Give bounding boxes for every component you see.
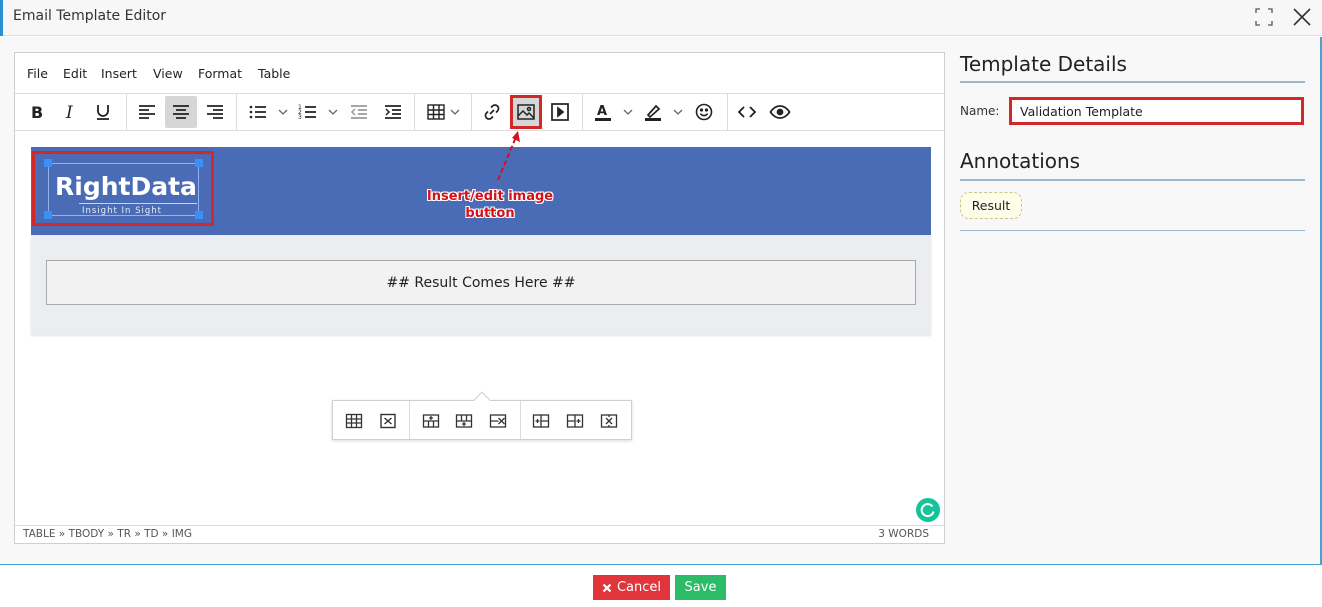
editor-menubar: File Edit Insert View Format Table	[15, 53, 944, 93]
menu-edit[interactable]: Edit	[63, 66, 87, 81]
align-center-button[interactable]	[165, 96, 197, 128]
editor-toolbar: B I 1 2 3 A	[15, 93, 944, 131]
insert-row-before-icon[interactable]	[416, 406, 446, 436]
table-context-toolbar	[332, 391, 632, 440]
rich-text-editor: File Edit Insert View Format Table B I 1…	[14, 52, 945, 544]
chevron-down-icon[interactable]	[673, 107, 683, 117]
source-code-button[interactable]	[731, 96, 763, 128]
result-panel: ## Result Comes Here ##	[31, 235, 931, 335]
table-button[interactable]	[420, 96, 452, 128]
chevron-down-icon[interactable]	[450, 107, 460, 117]
numbered-list-button[interactable]: 123	[292, 96, 324, 128]
menu-table[interactable]: Table	[258, 66, 290, 81]
menu-insert[interactable]: Insert	[101, 66, 137, 81]
bullet-list-button[interactable]	[242, 96, 274, 128]
result-placeholder[interactable]: ## Result Comes Here ##	[46, 260, 916, 305]
word-count: 3 WORDS	[878, 528, 929, 540]
highlight-color-button[interactable]	[637, 96, 669, 128]
svg-text:3: 3	[298, 114, 302, 121]
indent-button[interactable]	[377, 96, 409, 128]
menu-file[interactable]: File	[27, 66, 48, 81]
template-details-panel: Template Details Name: Annotations Resul…	[960, 52, 1305, 231]
align-left-button[interactable]	[131, 96, 163, 128]
chevron-down-icon[interactable]	[328, 107, 338, 117]
window-title: Email Template Editor	[13, 8, 167, 24]
editor-statusbar: TABLE » TBODY » TR » TD » IMG 3 WORDS	[15, 525, 944, 543]
chevron-down-icon[interactable]	[623, 107, 633, 117]
resize-handle[interactable]	[195, 211, 203, 219]
cancel-button[interactable]: Cancel	[593, 575, 670, 600]
dialog-footer: Cancel Save	[0, 566, 1322, 607]
cancel-label: Cancel	[616, 580, 662, 595]
window-titlebar: Email Template Editor	[0, 0, 1322, 36]
svg-text:I: I	[65, 103, 73, 122]
maximize-icon[interactable]	[1253, 6, 1275, 28]
preview-button[interactable]	[764, 96, 796, 128]
details-heading: Template Details	[960, 52, 1127, 76]
resize-handle[interactable]	[195, 159, 203, 167]
save-button[interactable]: Save	[675, 575, 726, 600]
svg-text:A: A	[597, 104, 607, 119]
svg-text:B: B	[31, 103, 43, 122]
close-icon[interactable]	[1291, 6, 1313, 28]
grammarly-icon[interactable]	[916, 498, 940, 522]
insert-row-after-icon[interactable]	[449, 406, 479, 436]
logo-title: RightData	[55, 172, 197, 201]
insert-column-after-icon[interactable]	[560, 406, 590, 436]
logo-image[interactable]: RightData Insight In Sight	[32, 151, 214, 226]
delete-row-icon[interactable]	[483, 406, 513, 436]
italic-button[interactable]: I	[54, 96, 86, 128]
bold-button[interactable]: B	[21, 96, 53, 128]
annotation-callout: Insert/edit image button	[426, 189, 554, 221]
element-path[interactable]: TABLE » TBODY » TR » TD » IMG	[23, 528, 192, 540]
template-name-input[interactable]	[1012, 100, 1301, 122]
delete-column-icon[interactable]	[594, 406, 624, 436]
delete-table-icon[interactable]	[373, 406, 403, 436]
save-label: Save	[684, 580, 717, 595]
menu-view[interactable]: View	[153, 66, 183, 81]
callout-arrow-icon	[497, 131, 520, 181]
underline-button[interactable]	[87, 96, 119, 128]
insert-media-button[interactable]	[544, 96, 576, 128]
outdent-button[interactable]	[343, 96, 375, 128]
resize-handle[interactable]	[44, 211, 52, 219]
text-color-button[interactable]: A	[587, 96, 619, 128]
titlebar-accent	[0, 0, 3, 36]
menu-format[interactable]: Format	[198, 66, 242, 81]
table-properties-icon[interactable]	[339, 406, 369, 436]
x-icon	[602, 583, 612, 592]
annotations-heading: Annotations	[960, 149, 1081, 173]
annotation-chip[interactable]: Result	[960, 192, 1022, 219]
logo-tagline: Insight In Sight	[82, 206, 162, 216]
chevron-down-icon[interactable]	[278, 107, 288, 117]
emoji-button[interactable]	[688, 96, 720, 128]
align-right-button[interactable]	[199, 96, 231, 128]
name-label: Name:	[960, 104, 1000, 118]
name-field-wrapper	[1009, 97, 1304, 125]
insert-column-before-icon[interactable]	[526, 406, 556, 436]
resize-handle[interactable]	[44, 159, 52, 167]
dialog-body: File Edit Insert View Format Table B I 1…	[0, 37, 1322, 565]
image-selection: RightData Insight In Sight	[48, 163, 199, 216]
